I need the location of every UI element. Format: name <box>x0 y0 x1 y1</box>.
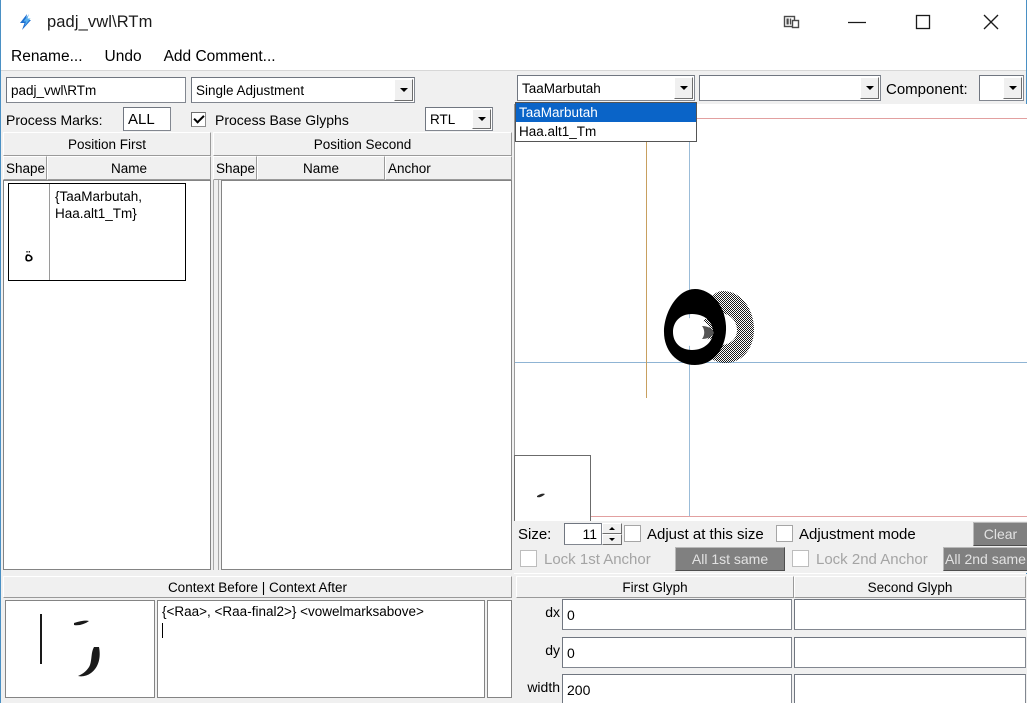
all-1st-same-button[interactable]: All 1st same <box>675 547 785 571</box>
close-button[interactable] <box>956 0 1026 44</box>
size-controls-row: Size: 11 Adjust at this size Adjustment … <box>514 521 1027 547</box>
pairs-table: Position First Position Second Shape Nam… <box>1 132 514 574</box>
application-window: padj_vwl\RTm Rename... Undo Add Comment.… <box>0 0 1027 703</box>
menu-item-add-comment[interactable]: Add Comment... <box>164 48 276 66</box>
adjustment-type-value: Single Adjustment <box>196 82 305 98</box>
guide-line-advance <box>646 118 647 398</box>
text-cursor <box>162 623 163 638</box>
adjustment-type-combo[interactable]: Single Adjustment <box>191 77 415 103</box>
clear-button[interactable]: Clear <box>973 522 1027 546</box>
second-glyph-combo[interactable] <box>699 75 881 101</box>
lock-2nd-anchor-checkbox[interactable] <box>792 550 809 567</box>
direction-combo[interactable]: RTL <box>425 107 493 131</box>
size-label: Size: <box>518 526 552 543</box>
glyph-fields-panel: First Glyph Second Glyph dx 0 dy 0 width… <box>514 574 1027 703</box>
adjustment-mode-label: Adjustment mode <box>799 526 916 543</box>
process-marks-label: Process Marks: <box>6 112 103 128</box>
context-glyph-preview[interactable] <box>5 600 155 698</box>
window-title: padj_vwl\RTm <box>47 12 153 31</box>
mini-glyph-preview[interactable] <box>514 455 591 523</box>
size-input[interactable]: 11 <box>564 523 602 545</box>
first-glyph-shape <box>662 288 732 366</box>
chevron-down-icon[interactable] <box>472 109 491 129</box>
window-restore-icon[interactable] <box>758 0 824 44</box>
second-glyph-header: Second Glyph <box>794 576 1026 598</box>
dropdown-item-taamarbutah[interactable]: TaaMarbutah <box>516 103 696 122</box>
menu-item-undo[interactable]: Undo <box>105 48 142 66</box>
first-glyph-combo[interactable]: TaaMarbutah <box>517 75 695 101</box>
first-glyph-dropdown-list[interactable]: TaaMarbutah Haa.alt1_Tm <box>515 102 697 142</box>
dy-label: dy <box>545 642 560 658</box>
dy-first-input[interactable]: 0 <box>562 637 792 668</box>
lightning-bolt-icon <box>11 7 41 37</box>
dx-first-input[interactable]: 0 <box>562 599 792 630</box>
first-glyph-combo-value: TaaMarbutah <box>522 80 601 96</box>
process-marks-value[interactable]: ALL <box>123 107 171 131</box>
position-second-list[interactable] <box>221 180 512 570</box>
guide-line-bottom <box>515 516 1027 517</box>
chevron-down-icon[interactable] <box>860 77 879 99</box>
size-spinner[interactable] <box>602 523 622 545</box>
row-name: {TaaMarbutah, Haa.alt1_Tm} <box>55 189 143 222</box>
guide-line-baseline <box>515 362 1027 363</box>
column-header-shape-second[interactable]: Shape <box>213 156 257 180</box>
adjust-at-this-size-label: Adjust at this size <box>647 526 764 543</box>
lookup-name-input[interactable]: padj_vwl\RTm <box>6 77 186 103</box>
chevron-down-icon[interactable] <box>394 79 413 101</box>
column-header-name-second[interactable]: Name <box>257 156 385 180</box>
context-header: Context Before | Context After <box>3 576 512 598</box>
all-2nd-same-button[interactable]: All 2nd same <box>943 547 1027 571</box>
position-first-list[interactable]: ة {TaaMarbutah, Haa.alt1_Tm} <box>3 180 211 570</box>
dx-second-input[interactable] <box>794 599 1026 630</box>
lock-2nd-anchor-label: Lock 2nd Anchor <box>816 551 928 568</box>
row-shape-glyph: ة <box>9 184 50 280</box>
process-base-glyphs-checkbox[interactable] <box>191 112 206 127</box>
context-text-box[interactable]: {<Raa>, <Raa-final2>} <vowelmarksabove> <box>157 600 485 698</box>
dx-label: dx <box>545 604 560 620</box>
width-second-input[interactable] <box>794 674 1026 703</box>
context-panel: Context Before | Context After {<Raa>, <… <box>1 574 514 703</box>
chevron-down-icon[interactable] <box>674 77 693 99</box>
dy-second-input[interactable] <box>794 637 1026 668</box>
adjust-at-this-size-checkbox[interactable] <box>624 525 641 542</box>
maximize-button[interactable] <box>890 0 956 44</box>
menu-bar: Rename... Undo Add Comment... <box>1 44 1026 70</box>
column-header-anchor-second[interactable]: Anchor <box>385 156 512 180</box>
dropdown-item-haa-alt1-tm[interactable]: Haa.alt1_Tm <box>516 122 696 141</box>
direction-value: RTL <box>430 111 456 127</box>
header-position-first[interactable]: Position First <box>3 132 211 156</box>
width-first-input[interactable]: 200 <box>562 674 792 703</box>
vertical-splitter[interactable] <box>213 180 219 570</box>
process-base-glyphs-label: Process Base Glyphs <box>215 112 349 128</box>
first-glyph-header: First Glyph <box>516 576 794 598</box>
header-position-second[interactable]: Position Second <box>213 132 512 156</box>
minimize-button[interactable] <box>824 0 890 44</box>
component-combo[interactable] <box>979 75 1024 101</box>
title-bar: padj_vwl\RTm <box>1 0 1026 44</box>
lock-1st-anchor-label: Lock 1st Anchor <box>544 551 651 568</box>
context-scroll-area[interactable] <box>487 600 512 698</box>
spinner-down-icon[interactable] <box>602 534 622 545</box>
chevron-down-icon[interactable] <box>1003 77 1022 99</box>
lock-1st-anchor-checkbox[interactable] <box>520 550 537 567</box>
lock-controls-row: Lock 1st Anchor All 1st same Lock 2nd An… <box>514 547 1027 573</box>
menu-item-rename[interactable]: Rename... <box>11 48 83 66</box>
spinner-up-icon[interactable] <box>602 523 622 534</box>
adjustment-mode-checkbox[interactable] <box>776 525 793 542</box>
width-label: width <box>527 679 560 695</box>
context-text: {<Raa>, <Raa-final2>} <vowelmarksabove> <box>162 604 424 619</box>
column-header-shape-first[interactable]: Shape <box>3 156 47 180</box>
column-header-name-first[interactable]: Name <box>47 156 211 180</box>
component-label: Component: <box>886 81 968 98</box>
table-row[interactable]: ة {TaaMarbutah, Haa.alt1_Tm} <box>8 183 186 281</box>
